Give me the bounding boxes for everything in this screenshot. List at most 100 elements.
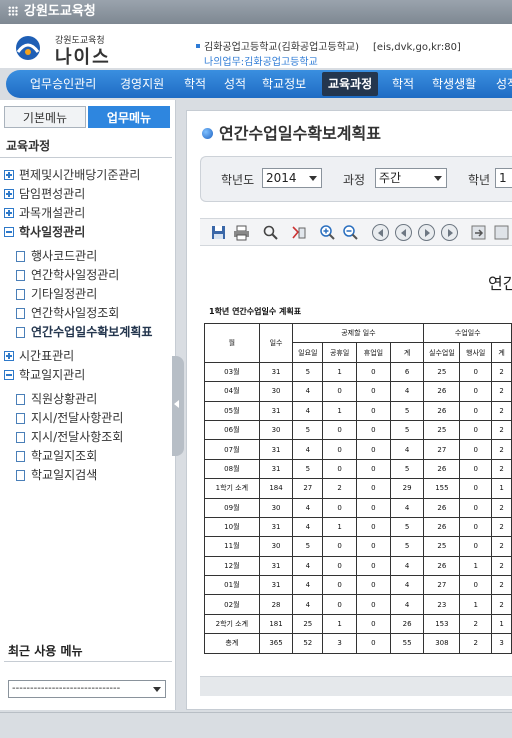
chevron-down-icon (434, 176, 442, 181)
horizontal-scrollbar[interactable] (200, 676, 512, 696)
table-cell: 55 (389, 633, 425, 654)
nav-item-grades-2[interactable]: 성적 (496, 70, 512, 98)
table-cell: 0 (356, 381, 391, 402)
table-cell: 4 (389, 575, 425, 596)
nav-item-school-info[interactable]: 학교정보 (262, 70, 306, 98)
title-bullet-icon (202, 128, 213, 139)
table-cell: 4 (292, 439, 324, 460)
report-title: 연간 (488, 274, 512, 293)
expand-icon[interactable] (4, 208, 14, 218)
my-work[interactable]: 나의업무:김화공업고등학교 (204, 53, 461, 68)
table-cell: 2 (491, 419, 512, 441)
tab-basic-menu[interactable]: 기본메뉴 (4, 106, 86, 128)
table-cell: 4 (292, 381, 324, 402)
find-icon[interactable] (262, 224, 279, 241)
table-row: 총계 365 52 3 0 55 308 2 3 (204, 633, 512, 654)
table-row: 1학기 소계 184 27 2 0 29 155 0 1 (204, 478, 512, 499)
table-cell: 31 (258, 575, 294, 596)
table-body: 03월 31 5 1 0 6 25 0 2 04월 30 4 0 0 4 26 0 2 05월 31 4 1 0 5 26 0 2 0… (204, 361, 512, 654)
header-actual-lessons: 실수업일 (423, 342, 461, 363)
nav-item-grades[interactable]: 성적 (224, 70, 246, 98)
table-cell: 2 (491, 400, 512, 421)
tree-item-journal-search[interactable]: 학교일지검색 (16, 466, 97, 484)
page-title: 연간수업일수확보계획표 (202, 120, 381, 144)
table-cell: 0 (356, 555, 391, 577)
recent-menu-select[interactable]: ------------------------------ (8, 680, 166, 698)
table-cell: 6 (389, 361, 425, 383)
year-select[interactable]: 2014 (262, 168, 322, 188)
tree-item-annual-schedule[interactable]: 연간학사일정관리 (16, 266, 119, 284)
header-days: 일수 (258, 323, 294, 363)
document-icon (16, 251, 25, 262)
tree-item-timetable[interactable]: 시간표관리 (4, 347, 74, 365)
table-cell: 25 (423, 536, 461, 557)
table-cell: 0 (322, 594, 358, 615)
export-icon[interactable] (470, 224, 487, 241)
table-cell: 0 (459, 497, 493, 518)
tab-work-menu[interactable]: 업무메뉴 (88, 106, 170, 128)
tree-item-curriculum-standard[interactable]: 편제및시간배당기준관리 (4, 166, 140, 184)
table-cell: 5 (389, 516, 425, 538)
table-cell: 181 (258, 613, 294, 635)
tree-item-journal-view[interactable]: 학교일지조회 (16, 447, 97, 465)
table-cell: 2학기 소계 (204, 613, 260, 635)
tree-item-event-codes[interactable]: 행사코드관리 (16, 247, 97, 265)
save-icon[interactable] (210, 224, 227, 241)
panel-collapse-handle[interactable] (172, 356, 184, 456)
table-cell: 0 (356, 478, 391, 499)
first-page-icon[interactable] (372, 224, 389, 241)
print-icon[interactable] (233, 224, 250, 241)
nav-item-approval[interactable]: 업무승인관리 (30, 70, 96, 98)
expand-icon[interactable] (4, 189, 14, 199)
grade-select[interactable]: 1 (495, 168, 512, 188)
school-info: 김화공업고등학교(김화공업고등학교) [eis,dvk,go,kr:80] 나의업… (196, 38, 461, 68)
nav-item-student-life[interactable]: 학생생활 (432, 70, 476, 98)
header-excluded: 공제할 일수 (292, 322, 425, 344)
collapse-icon[interactable] (4, 370, 14, 380)
nav-item-records[interactable]: 학적 (184, 70, 206, 98)
table-cell: 0 (322, 536, 358, 557)
tree-item-other-schedule[interactable]: 기타일정관리 (16, 285, 97, 303)
next-page-icon[interactable] (418, 224, 435, 241)
table-cell: 4 (389, 555, 425, 577)
table-cell: 2 (491, 555, 512, 577)
prev-page-icon[interactable] (395, 224, 412, 241)
tree-item-staff-status[interactable]: 직원상황관리 (16, 390, 97, 408)
table-cell: 1 (459, 555, 493, 577)
header-lesson-days: 수업일수 (423, 322, 512, 344)
course-select[interactable]: 주간 (375, 168, 447, 188)
header-lesson-total: 계 (491, 342, 512, 363)
tree-item-annual-schedule-view[interactable]: 연간학사일정조회 (16, 304, 119, 322)
grade-label: 학년 (468, 173, 491, 187)
tree-item-notices-manage[interactable]: 지시/전달사항관리 (16, 409, 123, 427)
table-cell: 5 (389, 536, 425, 557)
tree-item-subjects[interactable]: 과목개설관리 (4, 204, 85, 222)
zoom-in-icon[interactable] (319, 224, 336, 241)
collapse-icon[interactable] (4, 227, 14, 237)
document-icon (16, 270, 25, 281)
last-page-icon[interactable] (441, 224, 458, 241)
table-cell: 28 (258, 594, 294, 615)
nav-item-records-2[interactable]: 학적 (392, 70, 414, 98)
tree-item-lesson-days-plan[interactable]: 연간수업일수확보계획표 (16, 323, 152, 341)
table-cell: 0 (356, 497, 391, 518)
table-cell: 26 (423, 381, 461, 402)
expand-icon[interactable] (4, 351, 14, 361)
table-cell: 155 (423, 478, 461, 499)
view-icon[interactable] (493, 224, 510, 241)
table-cell: 5 (389, 419, 425, 441)
table-cell: 2 (491, 361, 512, 383)
table-cell: 1 (322, 400, 358, 421)
tree-item-notices-view[interactable]: 지시/전달사항조회 (16, 428, 123, 446)
tree-item-academic-schedule[interactable]: 학사일정관리 (4, 223, 85, 241)
tree-item-school-journal[interactable]: 학교일지관리 (4, 366, 85, 384)
table-cell: 10월 (204, 516, 260, 538)
nav-item-management[interactable]: 경영지원 (120, 70, 164, 98)
table-cell: 25 (423, 419, 461, 441)
tree-item-homeroom[interactable]: 담임편성관리 (4, 185, 85, 203)
settings-icon[interactable] (290, 224, 307, 241)
zoom-out-icon[interactable] (342, 224, 359, 241)
table-cell: 29 (389, 478, 425, 499)
expand-icon[interactable] (4, 170, 14, 180)
nav-item-curriculum[interactable]: 교육과정 (322, 72, 379, 96)
